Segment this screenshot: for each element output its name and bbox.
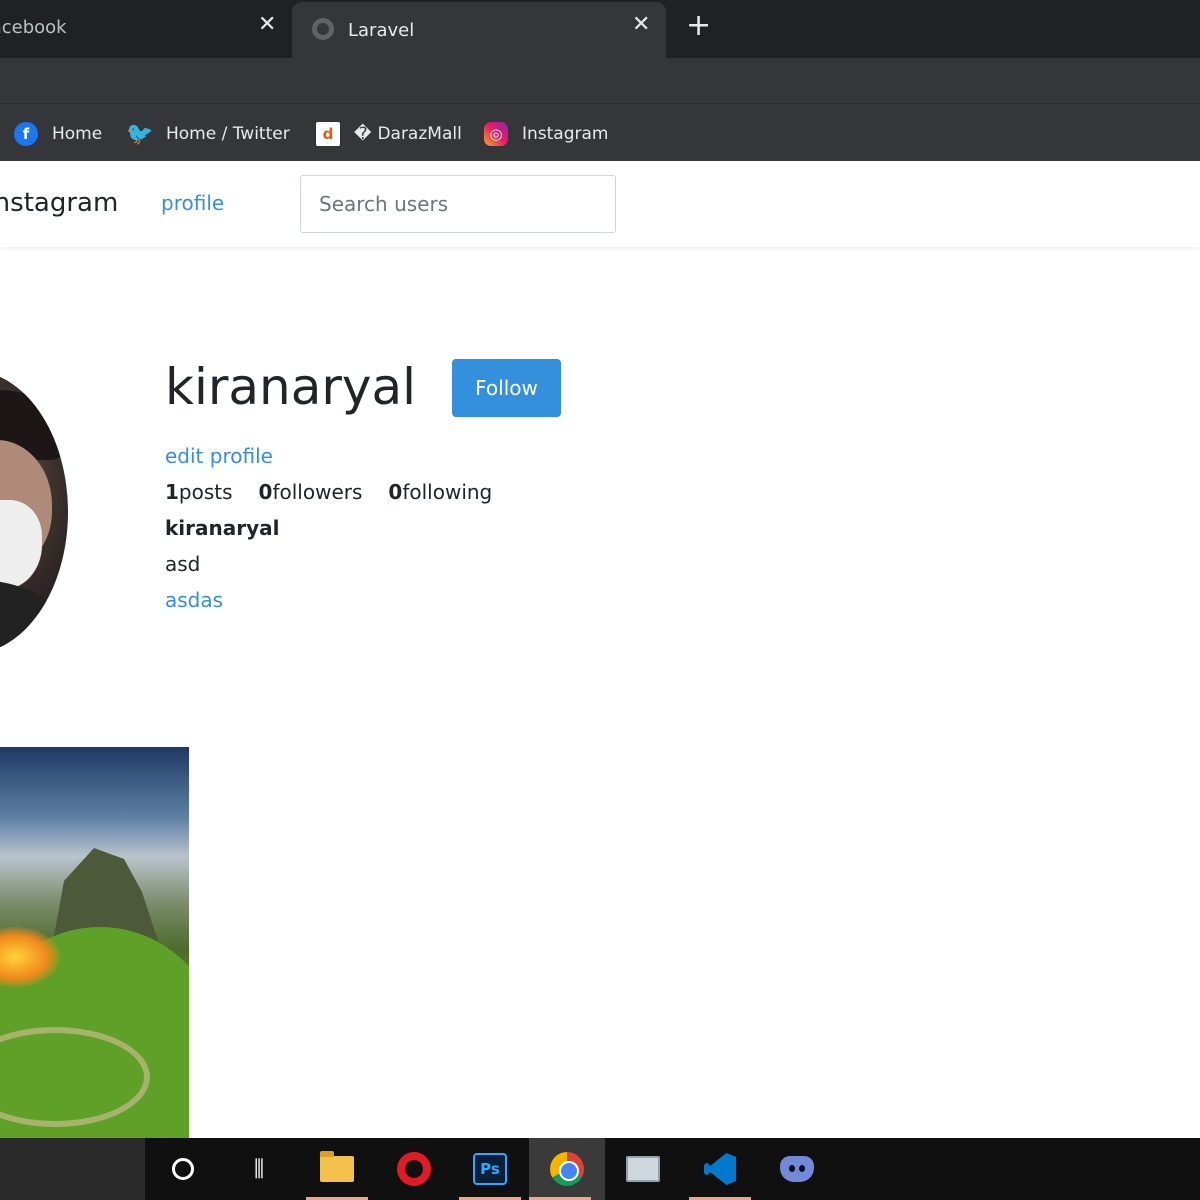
avatar — [0, 370, 68, 654]
site-navbar: Instagram profile — [0, 161, 1200, 247]
tab-title: Laravel — [348, 19, 415, 41]
bookmark-label: DarazMall — [377, 124, 462, 144]
screen: Facebook ✕ Laravel ✕ + f Home 🐦 Home / T… — [0, 0, 1200, 1200]
stat-followers-count: 0 — [258, 480, 273, 504]
profile-description: asd — [165, 552, 201, 576]
profile-username: kiranaryal — [165, 358, 417, 416]
stat-posts-label: posts — [178, 480, 233, 504]
file-explorer-icon[interactable] — [306, 1138, 368, 1200]
bookmark-label: Home / Twitter — [166, 124, 290, 144]
bookmarks-bar: f Home 🐦 Home / Twitter d � DarazMall ◎ … — [0, 103, 1200, 161]
bookmark-darazmall[interactable]: d � DarazMall — [316, 121, 462, 147]
unknown-glyph-icon: � — [354, 124, 372, 144]
brand-logo-text[interactable]: Instagram — [0, 188, 118, 218]
discord-icon[interactable] — [766, 1138, 828, 1200]
stat-following: 0following — [388, 480, 492, 504]
close-icon[interactable]: ✕ — [258, 12, 276, 37]
profile-url-link[interactable]: asdas — [165, 588, 223, 612]
task-view-icon[interactable]: ⫼ — [228, 1138, 290, 1200]
globe-icon — [312, 18, 334, 40]
stat-following-count: 0 — [388, 480, 403, 504]
stat-posts: 1posts — [165, 480, 233, 504]
cortana-icon[interactable] — [152, 1138, 214, 1200]
search-input[interactable] — [300, 175, 616, 233]
stat-followers-label: followers — [272, 480, 363, 504]
profile-title: kiranaryal — [165, 516, 280, 540]
tab-title: Facebook — [0, 16, 67, 38]
follow-button[interactable]: Follow — [452, 359, 561, 417]
chrome-icon[interactable] — [529, 1138, 605, 1200]
address-bar[interactable] — [0, 58, 1200, 103]
bookmark-label: Instagram — [522, 124, 609, 144]
edit-profile-link[interactable]: edit profile — [165, 444, 273, 468]
close-icon[interactable]: ✕ — [632, 12, 650, 37]
tab-laravel[interactable]: Laravel ✕ — [292, 2, 666, 58]
daraz-icon: d — [316, 122, 340, 146]
tab-facebook[interactable]: Facebook ✕ — [0, 0, 292, 54]
profile-stats: 1posts 0followers 0following — [165, 480, 518, 504]
bookmark-facebook-home[interactable]: f Home — [14, 121, 102, 147]
monitor-icon[interactable] — [612, 1138, 674, 1200]
browser-tab-strip: Facebook ✕ Laravel ✕ + — [0, 0, 1200, 58]
os-taskbar: ⫼ Ps — [0, 1138, 1200, 1200]
photoshop-icon[interactable]: Ps — [459, 1138, 521, 1200]
nav-link-profile[interactable]: profile — [161, 191, 224, 215]
taskbar-search-box[interactable] — [0, 1138, 145, 1200]
twitter-icon: 🐦 — [126, 121, 154, 147]
stat-followers: 0followers — [259, 480, 363, 504]
bookmark-instagram[interactable]: ◎ Instagram — [484, 121, 609, 147]
vscode-icon[interactable] — [689, 1138, 751, 1200]
bookmark-label: Home — [52, 124, 103, 144]
bookmark-twitter-home[interactable]: 🐦 Home / Twitter — [126, 121, 290, 147]
stat-posts-count: 1 — [165, 480, 179, 504]
post-thumbnail[interactable] — [0, 747, 189, 1138]
instagram-icon: ◎ — [484, 122, 508, 146]
facebook-icon: f — [14, 122, 38, 146]
opera-icon[interactable] — [383, 1138, 445, 1200]
stat-following-label: following — [402, 480, 493, 504]
new-tab-button[interactable]: + — [686, 8, 711, 44]
avatar-shirt — [0, 580, 62, 654]
